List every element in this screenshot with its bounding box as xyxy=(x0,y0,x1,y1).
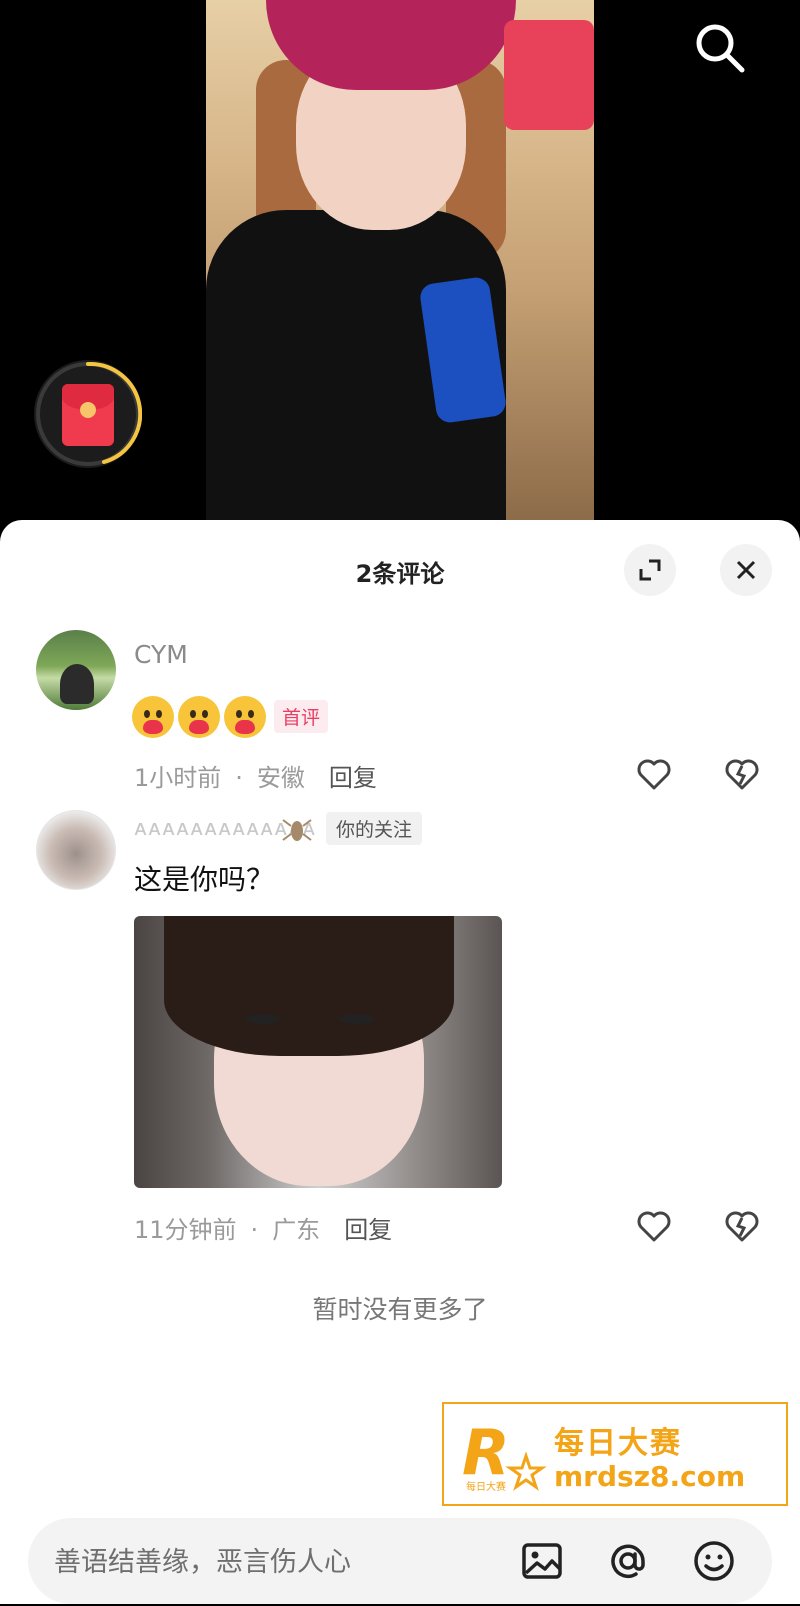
emoji-button[interactable] xyxy=(690,1537,738,1585)
no-more-comments: 暂时没有更多了 xyxy=(312,1295,488,1324)
heart-icon xyxy=(637,759,671,790)
watermark-logo: R 每日大赛 每日大赛 mrdsz8.com xyxy=(442,1402,788,1506)
expand-button[interactable] xyxy=(624,544,676,596)
dislike-button[interactable] xyxy=(722,1206,762,1246)
search-button[interactable] xyxy=(690,18,750,78)
close-button[interactable] xyxy=(720,544,772,596)
following-badge: 你的关注 xyxy=(326,812,423,845)
comment-image[interactable] xyxy=(134,916,502,1188)
close-icon xyxy=(736,560,756,580)
watermark-url: mrdsz8.com xyxy=(554,1460,746,1493)
image-button[interactable] xyxy=(518,1537,566,1585)
at-icon xyxy=(611,1544,645,1579)
watermark-title: 每日大赛 xyxy=(554,1426,682,1461)
red-envelope-icon xyxy=(62,384,114,446)
comment-time: 11分钟前 xyxy=(134,1216,237,1244)
reply-button[interactable]: 回复 xyxy=(344,1216,392,1244)
heart-face-emoji xyxy=(224,696,266,738)
avatar[interactable] xyxy=(36,810,116,890)
red-envelope-widget[interactable] xyxy=(34,360,142,468)
image-icon xyxy=(522,1543,562,1579)
comment-text: 这是你吗？ xyxy=(134,863,275,896)
heart-face-emoji xyxy=(132,696,174,738)
dislike-button[interactable] xyxy=(722,754,762,794)
like-button[interactable] xyxy=(634,1206,674,1246)
comment-time: 1小时前 xyxy=(134,764,222,792)
heart-face-emoji xyxy=(178,696,220,738)
mention-button[interactable] xyxy=(604,1537,652,1585)
comment-meta: 11分钟前 · 广东 回复 xyxy=(134,1216,393,1244)
search-icon xyxy=(696,24,745,73)
avatar[interactable] xyxy=(36,630,116,710)
first-comment-badge: 首评 xyxy=(274,700,329,733)
reply-button[interactable]: 回复 xyxy=(329,764,377,792)
broken-heart-icon xyxy=(725,1211,759,1242)
comment-location: 安徽 xyxy=(256,764,305,792)
like-button[interactable] xyxy=(634,754,674,794)
expand-icon xyxy=(639,559,661,581)
svg-text:每日大赛: 每日大赛 xyxy=(466,1480,506,1493)
video-frame xyxy=(206,0,594,526)
comment-input-bar xyxy=(28,1518,772,1606)
comments-title: 2条评论 xyxy=(355,560,445,588)
emoji-icon xyxy=(694,1541,734,1581)
emoji-sticker-row xyxy=(132,696,266,738)
comment-input[interactable] xyxy=(52,1518,526,1606)
comment-meta: 1小时前 · 安徽 回复 xyxy=(134,764,377,792)
svg-text:R: R xyxy=(462,1418,510,1489)
watermark-r-logo: R 每日大赛 xyxy=(462,1418,547,1493)
comment-username[interactable]: CYM xyxy=(134,640,188,669)
broken-heart-icon xyxy=(725,759,759,790)
bug-icon xyxy=(282,819,312,841)
heart-icon xyxy=(637,1211,671,1242)
comment-location: 广东 xyxy=(272,1216,321,1244)
